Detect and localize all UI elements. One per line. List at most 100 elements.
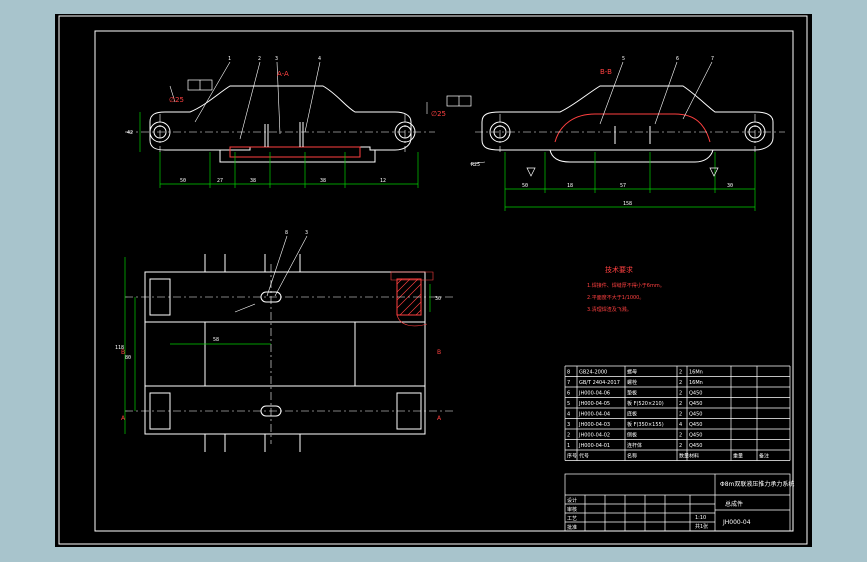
- tech-item-1: 1.焊接件、焊缝厚不得小于6mm。: [587, 282, 665, 289]
- dim-right-3: 57: [620, 183, 626, 189]
- bom-cell-name: 板 F(520×210): [627, 400, 664, 407]
- tech-item-3: 3.清理焊渣及飞溅。: [587, 306, 632, 313]
- bom-header-name: 名称: [627, 453, 637, 460]
- section-view-a: [149, 85, 416, 163]
- plan-dimensions: [124, 257, 431, 434]
- bom-cell-name: 板 F(350×155): [627, 421, 664, 428]
- bom-cell-name: 螺母: [627, 369, 637, 376]
- drawing-sheet: 42 50 27 38 38 12 1 2 3 4 A-A ∅25 ∅25 50…: [55, 14, 812, 547]
- bom-cell-material: Q450: [689, 422, 702, 428]
- section-b-callouts: 5 6 7 B-B: [600, 56, 714, 76]
- bom-cell-no: 4: [567, 412, 570, 418]
- bom-cell-code: JH000-04-04: [578, 412, 610, 418]
- bom-header-code: 代号: [579, 453, 589, 460]
- dim-right-1: 50: [522, 183, 528, 189]
- bom-cell-code: JH000-04-05: [578, 401, 610, 407]
- section-b-centerlines: [475, 114, 785, 152]
- bom-cell-code: JH000-04-02: [578, 433, 610, 439]
- section-a-callouts: 1 2 3 4 A-A: [228, 56, 321, 78]
- bom-cell-qty: 4: [679, 422, 682, 428]
- section-b-leaders: [469, 61, 713, 165]
- dim-left-5: 12: [380, 178, 386, 184]
- bom-table: 8 GB24-2000 螺母 2 16Mn 7 GB/T 2404-2017 螺栓 2 16Mn 6…: [564, 365, 791, 461]
- plan-dimension-texts: 118 80 58 30: [115, 296, 441, 361]
- bom-text: 8 GB24-2000 螺母 2 16Mn 7 GB/T 2404-2017 螺栓 2 16Mn 6…: [567, 369, 769, 460]
- callout-6: 6: [676, 56, 679, 62]
- bom-header-no: 序号: [567, 453, 577, 460]
- svg-text:∅25: ∅25: [431, 110, 446, 118]
- title-block-check: 审核: [567, 506, 577, 513]
- dim-left-height: 42: [127, 130, 133, 136]
- callout-4: 4: [318, 56, 321, 62]
- cad-drawing: 42 50 27 38 38 12 1 2 3 4 A-A ∅25 ∅25 50…: [58, 15, 808, 545]
- callout-plan-8: 8: [285, 230, 288, 236]
- bom-cell-no: 3: [567, 422, 570, 428]
- bom-cell-qty: 2: [679, 380, 682, 386]
- dim-left-1: 50: [180, 178, 186, 184]
- bom-cell-material: Q450: [689, 401, 702, 407]
- title-block-part-name: 总成件: [725, 500, 743, 508]
- plan-centerlines: [125, 264, 455, 444]
- bom-cell-name: 侧板: [627, 432, 637, 439]
- bom-header-weight: 重量: [733, 453, 743, 460]
- bom-cell-material: 16Mn: [689, 380, 703, 386]
- bom-cell-material: Q450: [689, 391, 702, 397]
- title-block-drawing-no: JH000-04: [722, 519, 751, 526]
- bom-cell-qty: 2: [679, 433, 682, 439]
- section-b-label: B-B: [600, 68, 612, 76]
- callout-5: 5: [622, 56, 625, 62]
- bom-cell-qty: 2: [679, 391, 682, 397]
- title-block-approve: 批准: [567, 524, 577, 531]
- section-a-leaders: [169, 61, 428, 140]
- dim-plan-width: 58: [213, 337, 219, 343]
- title-block: Φ8m双联液压推力承力系统 总成件 JH000-04 1:10 共1张 设计 审…: [564, 473, 794, 532]
- title-block-process: 工艺: [567, 516, 577, 522]
- bom-cell-code: JH000-04-03: [578, 422, 610, 428]
- plan-view: [144, 254, 426, 452]
- title-block-design: 设计: [567, 497, 577, 504]
- callout-3: 3: [275, 56, 278, 62]
- bom-cell-qty: 2: [679, 443, 682, 449]
- bom-cell-no: 7: [567, 380, 570, 386]
- bom-cell-material: 16Mn: [689, 370, 703, 376]
- bom-header-remarks: 备注: [759, 453, 769, 460]
- dim-right-overall: 158: [623, 201, 632, 207]
- bom-cell-no: 2: [567, 433, 570, 439]
- technical-requirements: 技术要求 1.焊接件、焊缝厚不得小于6mm。 2.平面度不大于1/1000。 3…: [587, 265, 665, 313]
- bom-cell-name: 底板: [627, 411, 637, 418]
- callout-1: 1: [228, 56, 231, 62]
- dim-right-4: 30: [727, 183, 733, 189]
- callout-7: 7: [711, 56, 714, 62]
- bom-header-material: 材料: [689, 453, 699, 460]
- bom-cell-code: JH000-04-06: [578, 391, 610, 397]
- tech-item-2: 2.平面度不大于1/1000。: [587, 294, 644, 301]
- bom-cell-name: 螺栓: [627, 379, 637, 386]
- bom-cell-material: Q450: [689, 443, 702, 449]
- title-block-sheet: 共1张: [695, 523, 708, 530]
- section-view-b: [481, 85, 774, 163]
- title-block-scale: 1:10: [695, 515, 706, 521]
- bom-cell-qty: 2: [679, 412, 682, 418]
- dim-right-2: 18: [567, 183, 573, 189]
- bom-cell-no: 6: [567, 391, 570, 397]
- bom-cell-no: 5: [567, 401, 570, 407]
- marker-b-top: B: [437, 349, 441, 356]
- bom-cell-material: Q450: [689, 412, 702, 418]
- dim-plan-height-2: 80: [125, 355, 131, 361]
- dim-left-3: 38: [250, 178, 256, 184]
- dim-plan-side: 30: [435, 296, 441, 302]
- bom-cell-code: JH000-04-01: [578, 443, 610, 449]
- bom-cell-material: Q450: [689, 433, 702, 439]
- dim-left-2: 27: [217, 178, 223, 184]
- svg-text:∅25: ∅25: [169, 96, 184, 104]
- dim-left-4: 38: [320, 178, 326, 184]
- bom-cell-qty: 2: [679, 401, 682, 407]
- section-a-label: A-A: [277, 70, 289, 78]
- marker-b-left: B: [121, 349, 125, 356]
- bom-header-qty: 数量: [679, 453, 689, 460]
- title-block-title: Φ8m双联液压推力承力系统: [720, 480, 794, 488]
- tech-title: 技术要求: [605, 265, 633, 274]
- right-detail-marks: [526, 167, 719, 177]
- callout-2: 2: [258, 56, 261, 62]
- marker-a-bottom: A: [437, 415, 442, 422]
